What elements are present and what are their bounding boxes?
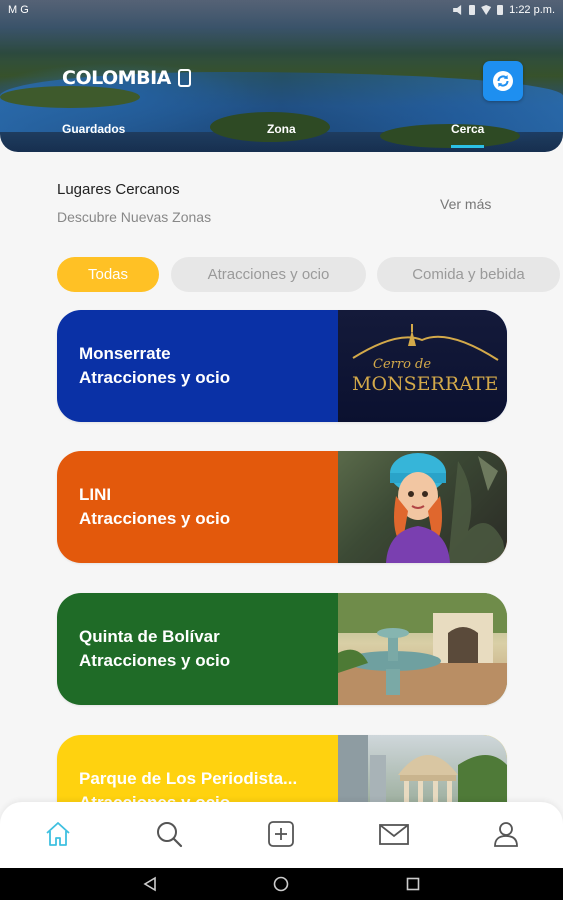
quinta-bolivar-image (338, 593, 507, 705)
section-subtitle: Descubre Nuevas Zonas (57, 209, 212, 225)
status-notifications: M G (8, 4, 29, 16)
profile-icon (494, 822, 518, 847)
image-text-line1: Cerro de (373, 357, 431, 372)
recents-icon[interactable] (405, 876, 421, 892)
see-more-link[interactable]: Ver más (440, 196, 491, 212)
tab-guardados[interactable]: Guardados (62, 122, 125, 136)
colombia-logo: COLOMBIA (62, 67, 191, 89)
nav-add-button[interactable] (264, 817, 298, 851)
place-card-quinta-bolivar[interactable]: Quinta de Bolívar Atracciones y ocio (57, 593, 507, 705)
filter-chip-comida[interactable]: Comida y bebida (377, 257, 560, 292)
quinta-fountain-image (338, 593, 507, 705)
place-name: LINI (79, 485, 112, 504)
mute-icon (453, 5, 462, 15)
place-card-text: Quinta de Bolívar Atracciones y ocio (79, 625, 329, 673)
nav-search-button[interactable] (152, 817, 186, 851)
status-time: 1:22 p.m. (509, 4, 555, 16)
monserrate-image: Cerro de MONSERRATE (338, 310, 507, 422)
place-category: Atracciones y ocio (79, 509, 231, 528)
place-card-monserrate[interactable]: Monserrate Atracciones y ocio Cerro de M… (57, 310, 507, 422)
place-card-text: Monserrate Atracciones y ocio (79, 342, 329, 390)
image-text-line2: MONSERRATE (352, 373, 498, 395)
nav-mail-button[interactable] (377, 817, 411, 851)
logo-mark-icon (177, 69, 191, 87)
add-icon (268, 821, 294, 847)
header-banner: M G 1:22 p.m. COLOMBIA Guardados Zona Ce… (0, 0, 563, 152)
filter-chip-atracciones[interactable]: Atracciones y ocio (171, 257, 366, 292)
place-card-lini[interactable]: LINI Atracciones y ocio (57, 451, 507, 563)
place-card-text: LINI Atracciones y ocio (79, 483, 329, 531)
filter-chip-todas[interactable]: Todas (57, 257, 159, 292)
sync-button[interactable] (483, 61, 523, 101)
lini-character-image (386, 453, 507, 563)
system-navigation-bar (0, 868, 563, 900)
place-category: Atracciones y ocio (79, 368, 231, 387)
battery-icon (497, 5, 504, 15)
header-tabs: Guardados Zona Cerca (0, 122, 563, 148)
logo-text: COLOMBIA (62, 67, 171, 89)
home-icon (46, 822, 70, 846)
status-icons: 1:22 p.m. (453, 4, 555, 16)
wifi-icon (481, 5, 492, 15)
place-name: Monserrate (79, 344, 171, 363)
back-icon[interactable] (142, 876, 158, 892)
vibrate-icon (469, 5, 476, 15)
tab-cerca[interactable]: Cerca (451, 122, 485, 148)
nav-profile-button[interactable] (489, 817, 523, 851)
place-category: Atracciones y ocio (79, 651, 231, 670)
monserrate-logo-image: Cerro de MONSERRATE (352, 324, 499, 395)
bottom-navigation (0, 802, 563, 868)
home-circle-icon[interactable] (273, 876, 289, 892)
tab-zona[interactable]: Zona (267, 122, 296, 136)
status-bar: M G 1:22 p.m. (0, 0, 563, 22)
place-name: Quinta de Bolívar (79, 627, 220, 646)
nav-home-button[interactable] (41, 817, 75, 851)
lini-image (338, 451, 507, 563)
shore-shape (0, 86, 140, 108)
section-title: Lugares Cercanos (57, 181, 180, 198)
place-name: Parque de Los Periodista... (79, 769, 298, 788)
sync-icon (493, 71, 513, 91)
search-icon (157, 822, 183, 848)
mail-icon (379, 824, 409, 845)
